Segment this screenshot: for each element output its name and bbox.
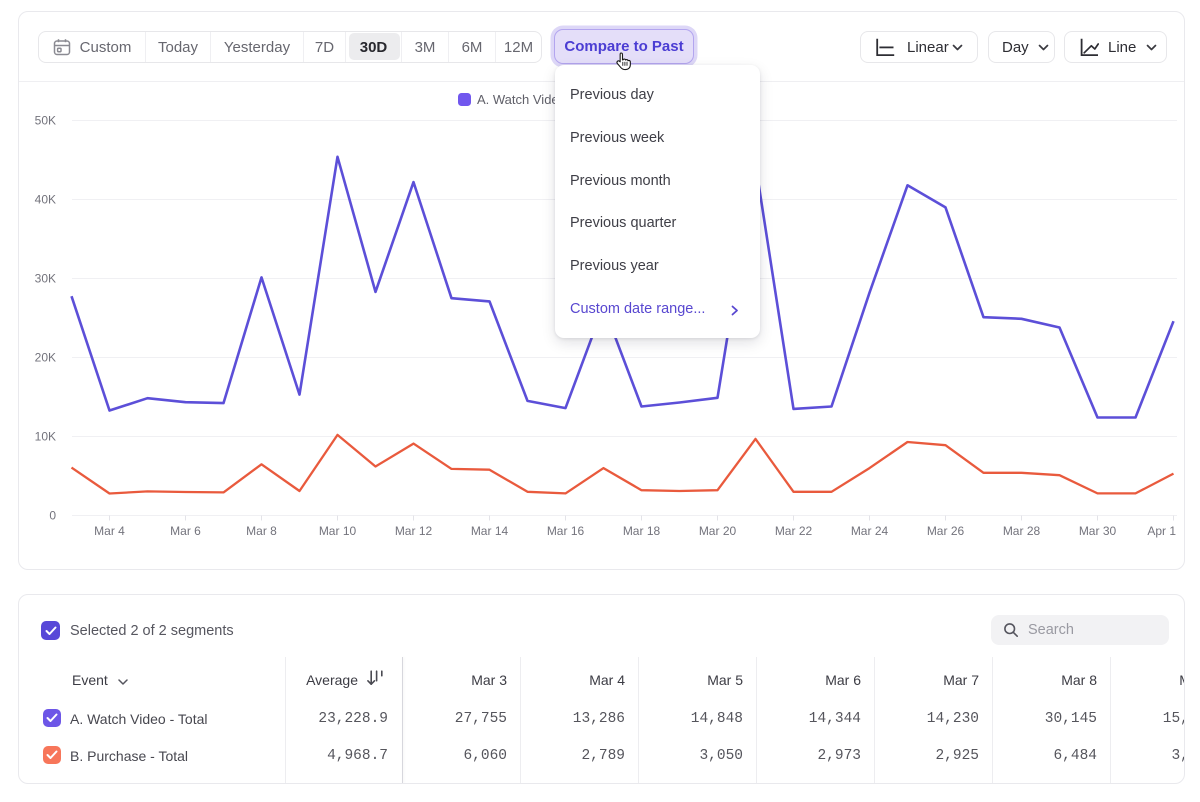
svg-text:Mar 30: Mar 30 [1079,524,1117,538]
svg-text:10K: 10K [35,430,56,444]
svg-text:Mar 4: Mar 4 [94,524,125,538]
svg-text:40K: 40K [35,193,56,207]
svg-text:Mar 10: Mar 10 [319,524,357,538]
svg-text:Mar 28: Mar 28 [1003,524,1041,538]
svg-text:Apr 1: Apr 1 [1147,524,1176,538]
svg-text:Mar 6: Mar 6 [170,524,201,538]
svg-text:Mar 12: Mar 12 [395,524,433,538]
svg-text:Mar 22: Mar 22 [775,524,813,538]
svg-text:Mar 16: Mar 16 [547,524,585,538]
svg-text:30K: 30K [35,272,56,286]
svg-text:Mar 26: Mar 26 [927,524,965,538]
svg-text:0: 0 [49,509,56,523]
svg-text:20K: 20K [35,351,56,365]
svg-text:Mar 18: Mar 18 [623,524,661,538]
svg-text:Mar 24: Mar 24 [851,524,889,538]
svg-text:Mar 20: Mar 20 [699,524,737,538]
svg-text:Mar 14: Mar 14 [471,524,509,538]
svg-text:Mar 8: Mar 8 [246,524,277,538]
svg-text:50K: 50K [35,114,56,128]
